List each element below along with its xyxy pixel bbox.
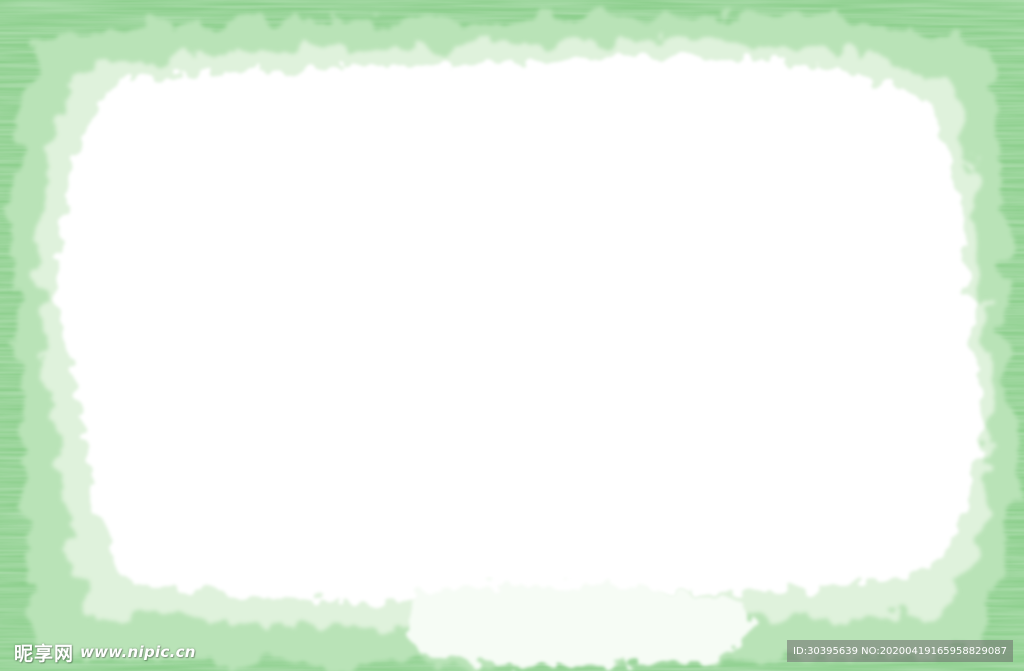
- bottom-white-patch: [409, 584, 749, 667]
- watermark-brand: 昵享网: [14, 642, 75, 665]
- green-watercolor-frame: 昵享网 www.nipic.cn ID:30395639 NO:20200419…: [0, 0, 1024, 671]
- site-watermark: 昵享网 www.nipic.cn: [14, 639, 196, 665]
- watermark-site: www.nipic.cn: [80, 643, 196, 661]
- image-id-text: ID:30395639 NO:20200419165958829087: [793, 645, 1007, 657]
- white-center: [57, 55, 982, 603]
- watercolor-border-art: [0, 0, 1024, 671]
- image-id-strip: ID:30395639 NO:20200419165958829087: [787, 640, 1013, 662]
